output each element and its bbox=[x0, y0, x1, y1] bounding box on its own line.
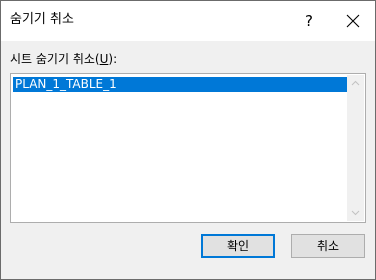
chevron-down-icon bbox=[351, 210, 360, 216]
scroll-down-button[interactable] bbox=[347, 204, 364, 221]
sheet-list-label-prefix: 시트 숨기기 취소( bbox=[10, 52, 100, 66]
cancel-button[interactable]: 취소 bbox=[291, 234, 365, 258]
chevron-up-icon bbox=[351, 80, 360, 86]
sheet-listbox[interactable]: PLAN_1_TABLE_1 bbox=[10, 73, 366, 223]
title-bar[interactable]: 숨기기 취소 ? bbox=[1, 1, 375, 41]
scroll-up-button[interactable] bbox=[347, 75, 364, 92]
list-item-selected[interactable]: PLAN_1_TABLE_1 bbox=[13, 77, 347, 92]
unhide-dialog: 숨기기 취소 ? 시트 숨기기 취소(U): PLAN_1_TABLE_1 확인… bbox=[0, 0, 376, 280]
close-icon bbox=[346, 14, 360, 28]
ok-button[interactable]: 확인 bbox=[201, 234, 275, 258]
vertical-scrollbar[interactable] bbox=[347, 75, 364, 221]
sheet-list-label: 시트 숨기기 취소(U): bbox=[10, 52, 117, 67]
close-button[interactable] bbox=[341, 9, 365, 33]
help-button[interactable]: ? bbox=[297, 9, 321, 33]
dialog-title: 숨기기 취소 bbox=[10, 12, 74, 27]
dialog-body: 시트 숨기기 취소(U): PLAN_1_TABLE_1 확인 취소 bbox=[1, 41, 375, 279]
sheet-list-label-suffix: ): bbox=[108, 52, 118, 66]
